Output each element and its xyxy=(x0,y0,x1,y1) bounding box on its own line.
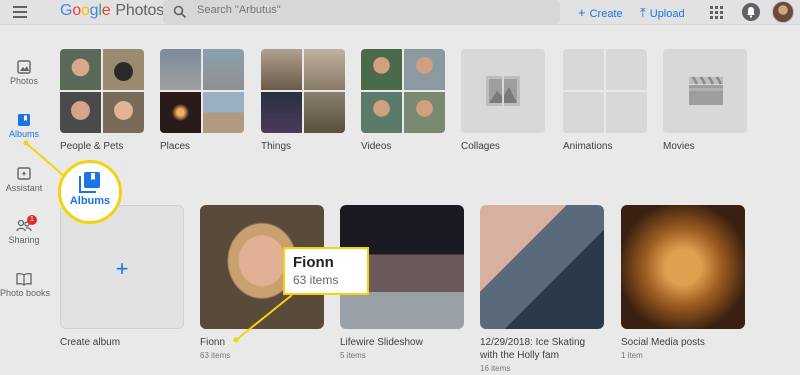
category-thumbnail xyxy=(261,49,345,133)
sidebar-item-photo-books[interactable]: Photo books xyxy=(0,272,50,298)
top-app-bar: GooglePhotos +Create ⤒Upload xyxy=(0,0,800,25)
collage-thumbnail xyxy=(461,49,545,133)
sidebar-item-photos[interactable]: Photos xyxy=(0,60,48,86)
category-videos[interactable]: Videos xyxy=(361,49,445,152)
assistant-icon xyxy=(17,167,31,180)
create-album-tile[interactable]: + xyxy=(60,205,184,329)
category-animations[interactable]: Animations xyxy=(563,49,647,152)
create-button[interactable]: + Create xyxy=(578,5,623,20)
category-thumbnail xyxy=(361,49,445,133)
google-photos-logo[interactable]: Google Photos xyxy=(60,2,164,20)
upload-button[interactable]: ⤒ Upload xyxy=(640,5,685,21)
book-icon xyxy=(16,273,32,286)
search-input[interactable] xyxy=(197,4,527,16)
category-things[interactable]: Things xyxy=(261,49,345,152)
album-cover xyxy=(480,205,604,329)
upload-icon: ⤒ xyxy=(640,5,646,20)
animation-thumbnail xyxy=(563,49,647,133)
category-places[interactable]: Places xyxy=(160,49,244,152)
account-avatar[interactable] xyxy=(772,1,794,23)
movie-thumbnail xyxy=(663,49,747,133)
apps-grid-icon[interactable] xyxy=(710,6,723,19)
albums-callout: Albums xyxy=(58,160,122,224)
album-cover xyxy=(621,205,745,329)
category-collages[interactable]: Collages xyxy=(461,49,545,152)
album-card-ice-skating[interactable]: 12/29/2018: Ice Skating with the Holly f… xyxy=(480,205,604,373)
sidebar-item-albums[interactable]: Albums xyxy=(0,113,48,139)
category-people-pets[interactable]: People & Pets xyxy=(60,49,144,152)
plus-icon: + xyxy=(578,5,586,20)
category-thumbnail xyxy=(60,49,144,133)
fionn-callout: Fionn 63 items xyxy=(283,247,369,295)
search-bar[interactable] xyxy=(163,0,560,24)
sharing-notification-badge: 1 xyxy=(27,215,37,225)
albums-icon xyxy=(18,114,30,126)
collage-icon xyxy=(486,76,520,106)
main-menu-icon[interactable] xyxy=(13,6,27,18)
category-thumbnail xyxy=(160,49,244,133)
sidebar-item-sharing[interactable]: 1 Sharing xyxy=(0,215,48,245)
notifications-icon[interactable] xyxy=(742,3,760,21)
add-icon: + xyxy=(115,256,129,281)
search-icon xyxy=(173,5,187,19)
clapperboard-icon xyxy=(689,76,723,105)
albums-icon xyxy=(79,172,100,193)
create-album-card[interactable]: + Create album xyxy=(60,205,184,348)
google-photos-page: GooglePhotos +Create ⤒Upload Photos Albu… xyxy=(0,0,800,375)
sidebar-item-assistant[interactable]: Assistant xyxy=(0,167,48,193)
photo-icon xyxy=(17,60,31,74)
category-movies[interactable]: Movies xyxy=(663,49,747,152)
album-card-social-media-posts[interactable]: Social Media posts 1 item xyxy=(621,205,745,360)
